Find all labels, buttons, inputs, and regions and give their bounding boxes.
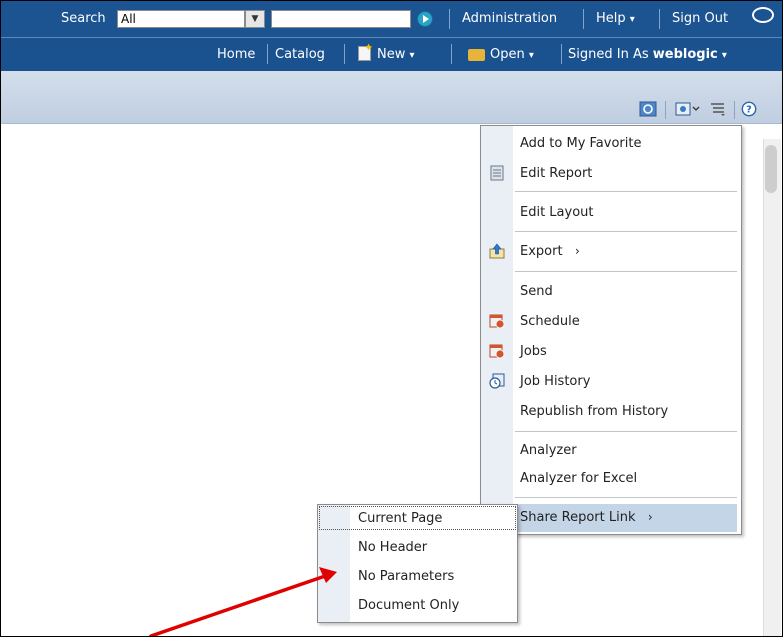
global-nav: Home Catalog New ▾ Open ▾ Signed In As w…	[1, 38, 782, 71]
menu-separator	[515, 191, 737, 192]
divider	[659, 9, 660, 29]
chevron-right-icon: ›	[574, 244, 580, 258]
scrollbar-thumb[interactable]	[765, 145, 777, 193]
divider	[665, 101, 666, 119]
administration-link[interactable]: Administration	[462, 11, 557, 26]
menu-item-edit-report[interactable]: Edit Report	[481, 160, 741, 188]
submenu-item-no-parameters[interactable]: No Parameters	[318, 564, 517, 590]
menu-separator	[515, 431, 737, 432]
divider	[449, 9, 450, 29]
menu-item-analyzer[interactable]: Analyzer	[481, 437, 741, 465]
search-label: Search	[61, 11, 106, 26]
svg-text:?: ?	[746, 105, 752, 116]
export-icon	[489, 243, 505, 259]
report-icon	[490, 165, 504, 181]
home-link[interactable]: Home	[217, 47, 255, 62]
schedule-icon	[489, 314, 505, 329]
menu-item-edit-layout[interactable]: Edit Layout	[481, 199, 741, 227]
new-menu[interactable]: New ▾	[377, 47, 415, 62]
refresh-icon[interactable]	[639, 101, 657, 117]
folder-icon	[468, 49, 485, 61]
search-input[interactable]	[271, 10, 411, 28]
search-scope-select[interactable]: All	[117, 10, 245, 28]
divider	[451, 44, 452, 64]
chevron-down-icon: ▾	[721, 50, 727, 61]
menu-item-send[interactable]: Send	[481, 278, 741, 306]
vertical-scrollbar[interactable]	[763, 139, 781, 636]
signed-in-menu[interactable]: Signed In As weblogic ▾	[568, 47, 727, 62]
share-link-submenu: Current Page No Header No Parameters Doc…	[317, 504, 518, 623]
submenu-item-current-page[interactable]: Current Page	[319, 506, 516, 530]
jobs-icon	[489, 344, 505, 359]
submenu-item-document-only[interactable]: Document Only	[318, 593, 517, 619]
divider	[267, 44, 268, 64]
menu-item-add-favorite[interactable]: Add to My Favorite	[481, 130, 741, 158]
actions-menu: Add to My Favorite Edit Report Edit Layo…	[480, 125, 742, 535]
help-icon[interactable]: ?	[740, 101, 758, 117]
open-menu[interactable]: Open ▾	[490, 47, 534, 62]
oracle-logo-icon	[752, 7, 774, 23]
global-header: Search All ▼ Administration Help ▾ Sign …	[1, 1, 782, 38]
chevron-down-icon: ▾	[629, 14, 635, 25]
chevron-down-icon: ▾	[528, 50, 534, 61]
sign-out-link[interactable]: Sign Out	[672, 11, 728, 26]
report-toolbar: ?	[1, 71, 782, 124]
menu-separator	[515, 231, 737, 232]
job-history-icon	[489, 373, 505, 389]
divider	[583, 9, 584, 29]
application-window: Search All ▼ Administration Help ▾ Sign …	[0, 0, 783, 637]
list-icon[interactable]	[709, 101, 727, 117]
menu-separator	[515, 271, 737, 272]
menu-item-share-report-link[interactable]: Share Report Link ›	[515, 504, 737, 532]
new-icon	[358, 41, 373, 61]
divider	[734, 101, 735, 119]
menu-item-republish[interactable]: Republish from History	[481, 398, 741, 426]
menu-item-jobs[interactable]: Jobs	[481, 338, 741, 366]
menu-item-analyzer-excel[interactable]: Analyzer for Excel	[481, 465, 741, 493]
help-menu[interactable]: Help ▾	[596, 11, 635, 26]
menu-item-job-history[interactable]: Job History	[481, 368, 741, 396]
search-go-icon[interactable]	[417, 11, 433, 27]
submenu-item-no-header[interactable]: No Header	[318, 535, 517, 561]
chevron-down-icon[interactable]: ▼	[245, 10, 265, 28]
divider	[344, 44, 345, 64]
chevron-right-icon: ›	[647, 510, 653, 524]
menu-separator	[515, 497, 737, 498]
chevron-down-icon: ▾	[409, 50, 415, 61]
menu-item-schedule[interactable]: Schedule	[481, 308, 741, 336]
divider	[561, 44, 562, 64]
menu-item-export[interactable]: Export ›	[481, 238, 741, 266]
catalog-link[interactable]: Catalog	[275, 47, 325, 62]
view-report-icon[interactable]	[675, 101, 701, 117]
